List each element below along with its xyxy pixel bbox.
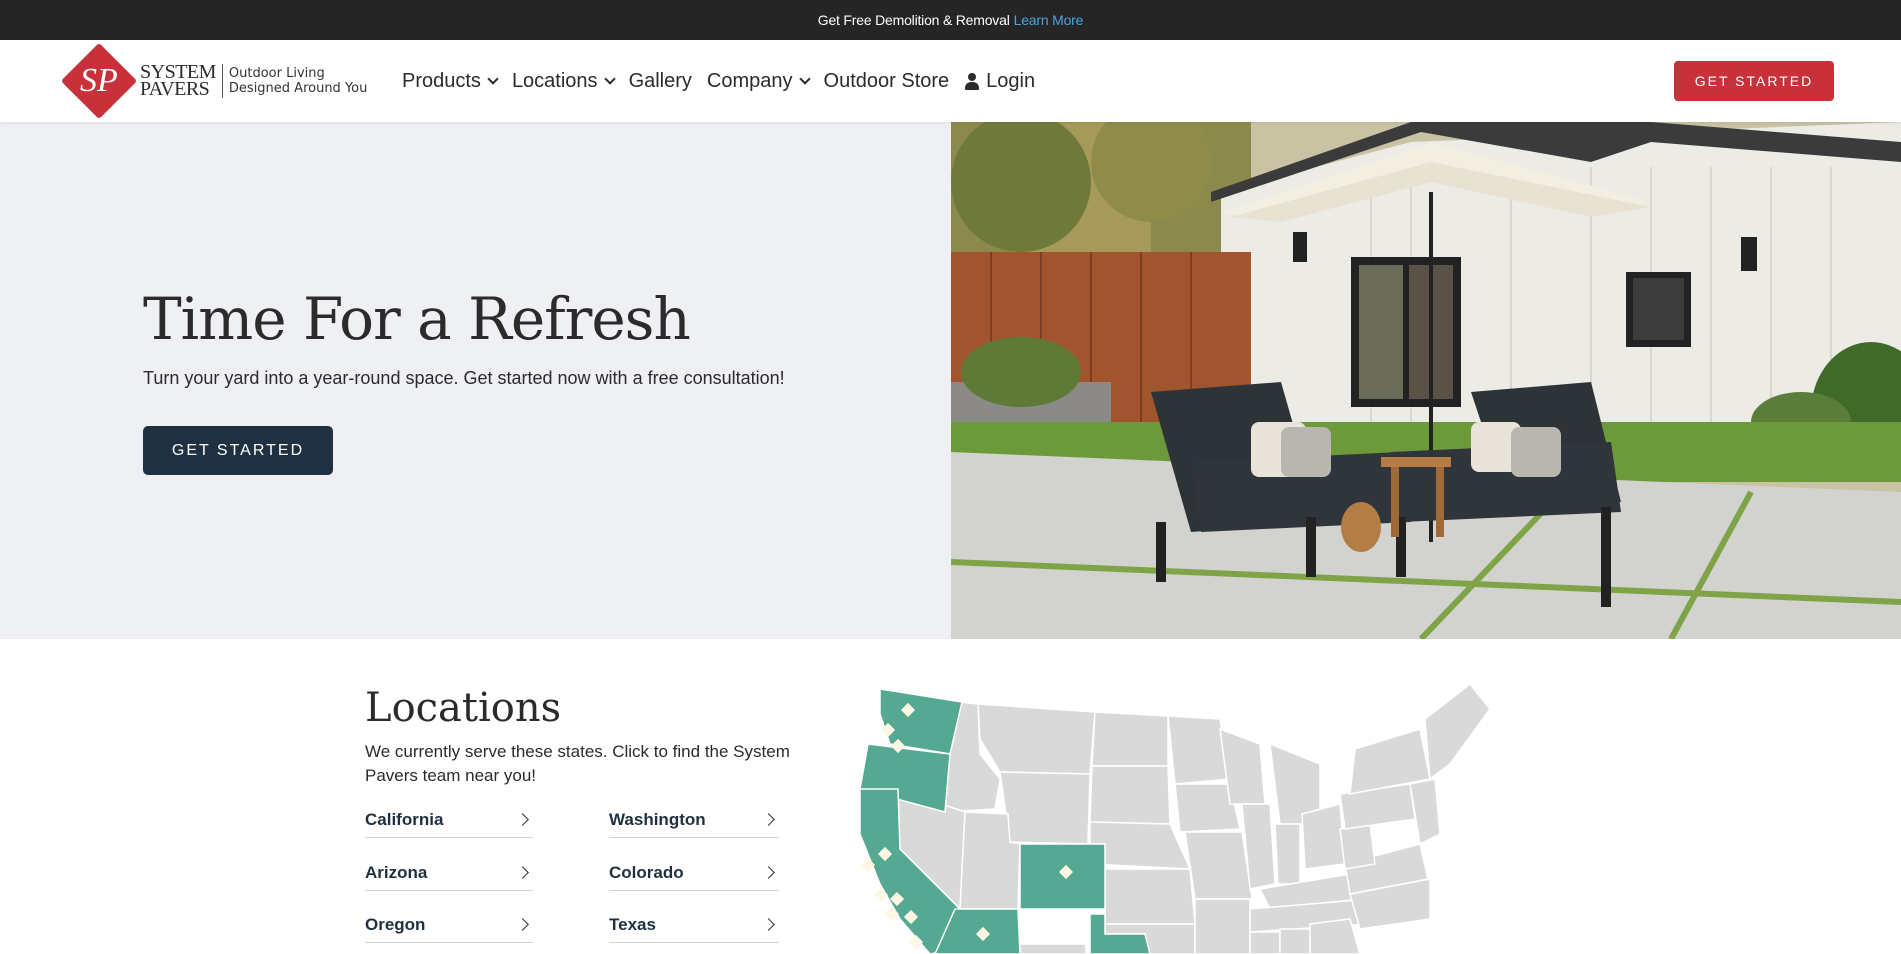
- nav-products-label: Products: [402, 69, 481, 92]
- locations-subtitle: We currently serve these states. Click t…: [365, 742, 790, 785]
- location-link-oregon[interactable]: Oregon: [365, 907, 533, 943]
- learn-more-link[interactable]: Learn More: [1014, 12, 1084, 28]
- chevron-down-icon: [603, 73, 616, 85]
- map-state-colorado: [1019, 843, 1106, 910]
- us-locations-map: [850, 682, 1491, 954]
- map-state-north-dakota: [1091, 711, 1169, 767]
- nav-products[interactable]: Products: [402, 69, 499, 93]
- location-name: Arizona: [365, 862, 428, 882]
- chevron-down-icon: [798, 73, 811, 85]
- map-state-wyoming: [999, 771, 1091, 845]
- map-state-kansas: [1104, 868, 1196, 925]
- nav-locations[interactable]: Locations: [511, 69, 616, 93]
- logo-tagline-2: Designed Around You: [228, 81, 368, 96]
- map-state-arkansas: [1194, 898, 1251, 954]
- nav-company-label: Company: [706, 69, 793, 92]
- chevron-right-icon: [516, 918, 529, 931]
- location-link-texas[interactable]: Texas: [609, 907, 779, 943]
- nav-login[interactable]: Login: [964, 70, 1035, 93]
- nav-outdoor-store[interactable]: Outdoor Store: [824, 70, 950, 93]
- logo-line2: PAVERS: [140, 78, 210, 100]
- main-nav: Products Locations Gallery Company Outdo…: [402, 40, 1050, 122]
- location-name: Washington: [609, 809, 706, 829]
- hero-subtitle: Turn your yard into a year-round space. …: [143, 368, 785, 388]
- map-state-minnesota: [1167, 715, 1231, 785]
- user-icon: [964, 72, 980, 90]
- nav-login-label: Login: [986, 69, 1036, 92]
- logo-tagline-1: Outdoor Living: [228, 66, 325, 81]
- map-state-ohio: [1301, 803, 1346, 870]
- chevron-right-icon: [516, 813, 529, 826]
- nav-gallery-label: Gallery: [628, 69, 692, 92]
- map-state-south-dakota: [1089, 765, 1171, 825]
- location-name: Texas: [609, 914, 656, 934]
- map-state-washington: [879, 688, 963, 755]
- hero-panel: Time For a Refresh Turn your yard into a…: [0, 122, 951, 639]
- map-state-indiana: [1274, 823, 1301, 885]
- nav-locations-label: Locations: [511, 69, 598, 92]
- logo-mark: SP: [80, 62, 118, 99]
- map-state-new-england: [1424, 682, 1491, 781]
- map-state-west-virginia: [1339, 823, 1376, 870]
- hero-get-started-button[interactable]: GET STARTED: [143, 426, 333, 475]
- header-get-started-button[interactable]: GET STARTED: [1674, 61, 1834, 101]
- location-link-california[interactable]: California: [365, 802, 533, 838]
- chevron-right-icon: [762, 918, 775, 931]
- map-state-mid-atlantic: [1409, 778, 1441, 846]
- us-map-svg: [859, 682, 1491, 954]
- map-state-new-mexico: [1019, 943, 1087, 954]
- announcement-bar: Get Free Demolition & Removal Learn More: [0, 0, 1901, 40]
- announcement-text: Get Free Demolition & Removal: [817, 12, 1010, 28]
- chevron-right-icon: [762, 866, 775, 879]
- logo-tagline: Outdoor Living Designed Around You: [229, 66, 367, 96]
- nav-gallery[interactable]: Gallery: [629, 70, 692, 93]
- chevron-right-icon: [762, 813, 775, 826]
- nav-outdoor-store-label: Outdoor Store: [823, 69, 950, 92]
- patio-illustration: [951, 122, 1901, 639]
- location-name: California: [365, 809, 444, 829]
- chevron-right-icon: [516, 866, 529, 879]
- location-name: Oregon: [365, 914, 426, 934]
- location-name: Colorado: [609, 862, 684, 882]
- logo[interactable]: SP SYSTEM PAVERS Outdoor Living Designed…: [60, 42, 367, 120]
- location-link-washington[interactable]: Washington: [609, 802, 779, 838]
- map-state-missouri: [1184, 831, 1253, 900]
- site-header: SP SYSTEM PAVERS Outdoor Living Designed…: [0, 40, 1901, 122]
- location-link-arizona[interactable]: Arizona: [365, 855, 533, 891]
- logo-diamond: SP: [60, 42, 138, 120]
- nav-company[interactable]: Company: [706, 69, 811, 93]
- logo-divider: [221, 64, 223, 98]
- chevron-down-icon: [487, 73, 499, 85]
- logo-wordmark: SYSTEM PAVERS: [140, 62, 216, 100]
- location-link-colorado[interactable]: Colorado: [609, 855, 779, 891]
- hero-patio-image: [951, 122, 1901, 639]
- locations-title: Locations: [365, 685, 562, 731]
- map-state-montana: [977, 703, 1096, 775]
- hero-title: Time For a Refresh: [143, 285, 691, 353]
- map-state-mississippi: [1249, 931, 1281, 954]
- map-state-alabama: [1279, 928, 1311, 954]
